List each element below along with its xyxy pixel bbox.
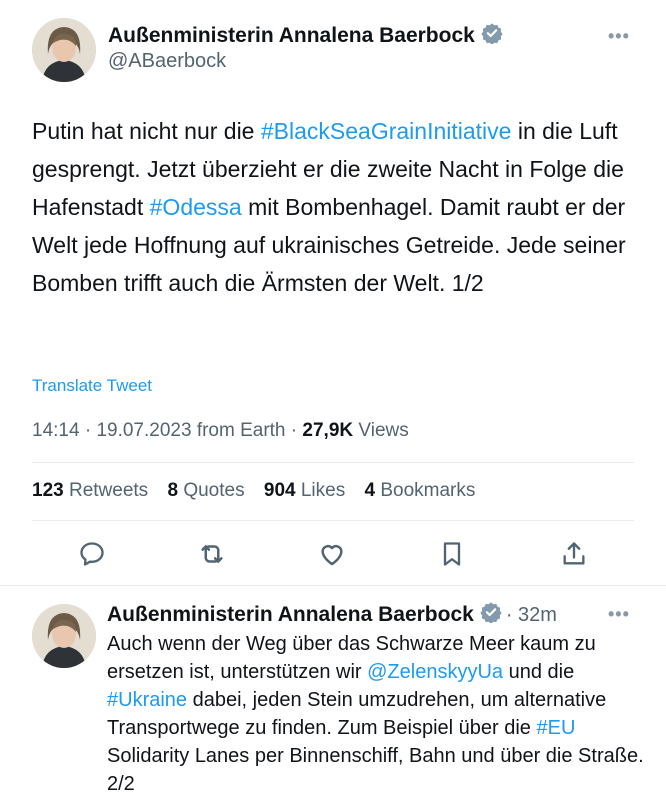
reply-text-segment: Solidarity Lanes per Binnenschiff, Bahn … [107, 745, 644, 795]
verified-badge-icon [481, 22, 503, 50]
author-name-text: Außenministerin Annalena Baerbock [108, 24, 475, 47]
tweet-source: from Earth [196, 420, 286, 441]
bookmarks-label: Bookmarks [380, 480, 476, 501]
tweet-time[interactable]: 14:14 [32, 420, 80, 441]
hashtag-link[interactable]: #BlackSeaGrainInitiative [261, 118, 512, 144]
divider [32, 520, 634, 521]
retweets-stat[interactable]: 123 Retweets [32, 480, 148, 501]
retweets-label: Retweets [68, 480, 149, 501]
likes-count: 904 [263, 480, 296, 501]
divider [32, 462, 634, 463]
author-name[interactable]: Außenministerin Annalena Baerbock [108, 22, 503, 50]
hashtag-link[interactable]: #Odessa [150, 194, 242, 220]
tweet-text-segment: Putin hat nicht nur die [32, 118, 261, 144]
likes-label: Likes [300, 480, 346, 501]
more-options-icon[interactable]: ••• [608, 26, 630, 47]
reply-author-name-text: Außenministerin Annalena Baerbock [107, 603, 474, 626]
author-avatar[interactable] [32, 18, 96, 82]
avatar-photo [32, 18, 96, 82]
reply-author-avatar[interactable] [32, 604, 96, 668]
bookmarks-stat[interactable]: 4 Bookmarks [365, 480, 476, 501]
retweet-icon[interactable] [194, 536, 230, 572]
meta-separator: · [290, 420, 298, 441]
verified-badge-icon [480, 601, 502, 629]
views-label: Views [358, 420, 409, 441]
reply-icon[interactable] [74, 536, 110, 572]
likes-stat[interactable]: 904 Likes [264, 480, 345, 501]
retweets-count: 123 [32, 480, 64, 501]
like-icon[interactable] [314, 536, 350, 572]
bookmarks-count: 4 [364, 480, 376, 501]
more-options-icon[interactable]: ••• [608, 604, 630, 625]
hashtag-link[interactable]: #Ukraine [107, 689, 187, 711]
quotes-label: Quotes [183, 480, 245, 501]
meta-separator: · [84, 420, 92, 441]
translate-tweet-link[interactable]: Translate Tweet [32, 376, 152, 396]
bookmark-icon[interactable] [434, 536, 470, 572]
tweet-date[interactable]: 19.07.2023 [96, 420, 191, 441]
views-count: 27,9K [302, 420, 354, 441]
reply-text-segment: und die [503, 661, 575, 683]
reply-text: Auch wenn der Weg über das Schwarze Meer… [107, 630, 652, 798]
tweet-action-bar [0, 536, 666, 572]
mention-link[interactable]: @ZelenskyyUa [367, 661, 503, 683]
avatar-photo [32, 604, 96, 668]
reply-time[interactable]: · 32m [506, 604, 557, 627]
hashtag-link[interactable]: #EU [536, 717, 575, 739]
tweet-separator [0, 585, 666, 586]
quotes-count: 8 [167, 480, 179, 501]
tweet-stats: 123 Retweets 8 Quotes 904 Likes 4 Bookma… [32, 480, 489, 502]
quotes-stat[interactable]: 8 Quotes [167, 480, 244, 501]
share-icon[interactable] [556, 536, 592, 572]
tweet-text: Putin hat nicht nur die #BlackSeaGrainIn… [32, 112, 642, 302]
tweet-meta: 14:14 · 19.07.2023 from Earth · 27,9K Vi… [32, 420, 409, 442]
author-handle[interactable]: @ABaerbock [108, 50, 226, 73]
reply-author-name[interactable]: Außenministerin Annalena Baerbock · 32m [107, 601, 557, 629]
